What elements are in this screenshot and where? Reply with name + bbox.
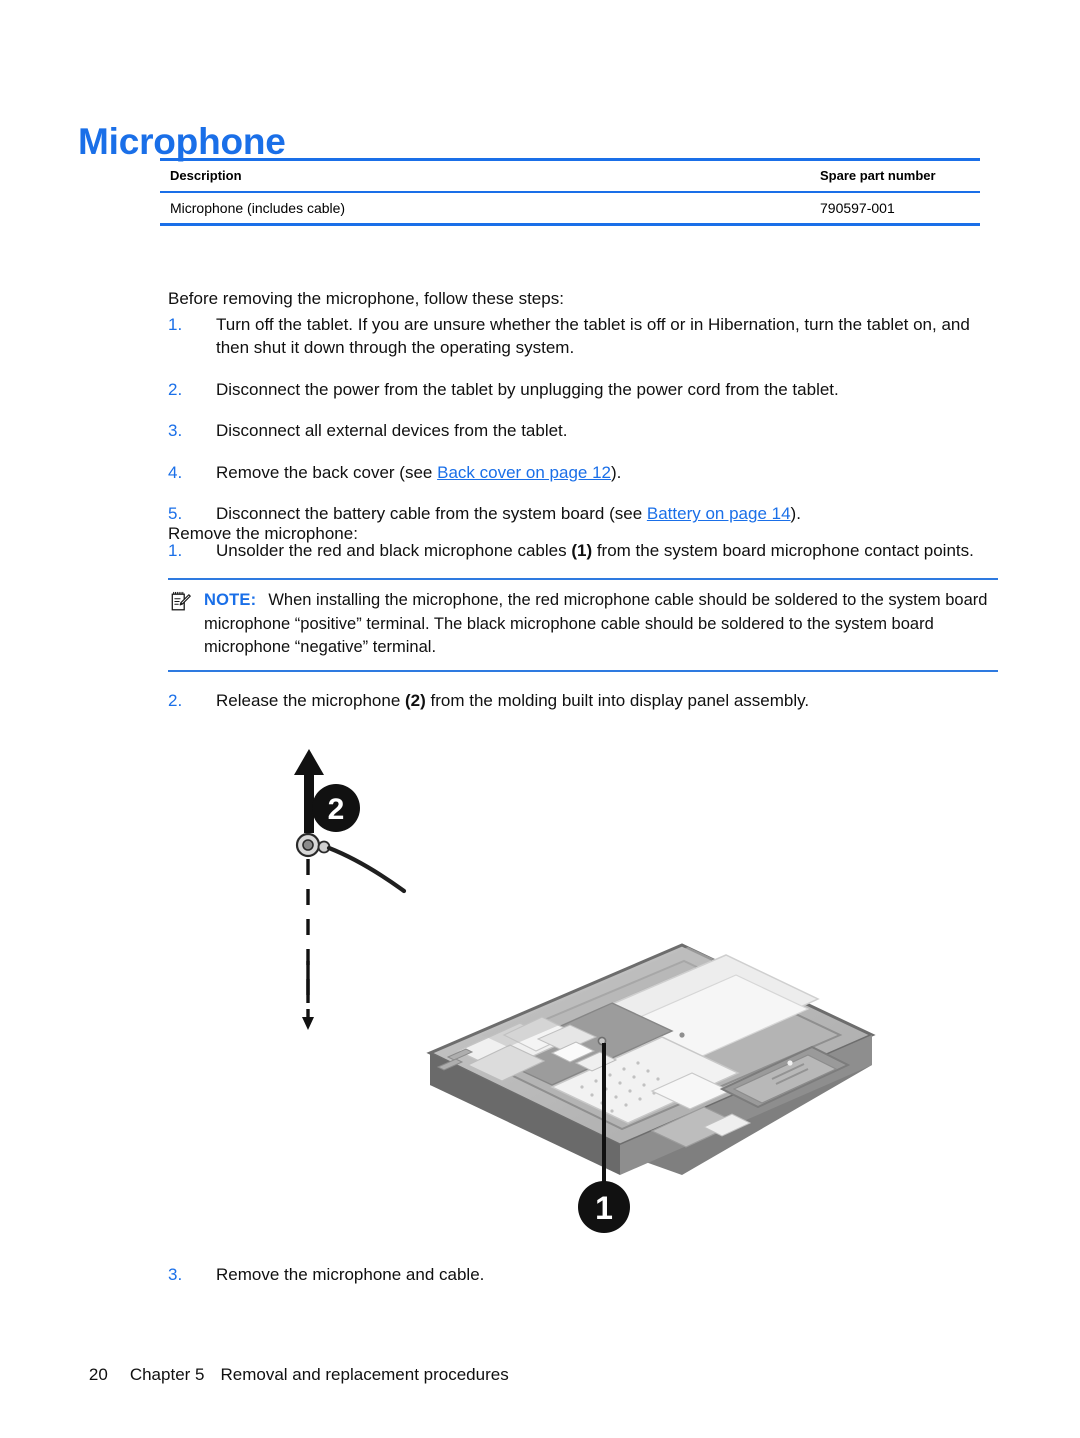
- callout-badge-1: 1: [578, 1181, 630, 1233]
- footer-chapter-title: Removal and replacement procedures: [220, 1365, 509, 1384]
- step-item-1: 1. Turn off the tablet. If you are unsur…: [168, 313, 998, 360]
- step-text-after: from the molding built into display pane…: [425, 690, 810, 710]
- step-text: Disconnect the power from the tablet by …: [216, 379, 839, 399]
- svg-text:2: 2: [328, 793, 345, 826]
- remove-step-item-1: 1. Unsolder the red and black microphone…: [168, 539, 998, 562]
- svg-text:1: 1: [595, 1190, 613, 1226]
- column-header-spare-part-number: Spare part number: [810, 158, 980, 193]
- remove-steps-wrap: 1. Unsolder the red and black microphone…: [168, 539, 998, 712]
- step-text: Turn off the tablet. If you are unsure w…: [216, 315, 970, 358]
- step-number: 2.: [168, 690, 183, 710]
- page-title: Microphone: [78, 120, 286, 162]
- cell-spare-part-number: 790597-001: [810, 191, 980, 226]
- before-removal-steps: 1. Turn off the tablet. If you are unsur…: [168, 313, 998, 526]
- note-label: NOTE:: [204, 591, 257, 610]
- step-text-before: Unsolder the red and black microphone ca…: [216, 541, 572, 560]
- callout-ref-2: (2): [405, 690, 426, 710]
- footer-page-number: 20: [88, 1365, 108, 1384]
- display-panel-assembly: [426, 943, 876, 1175]
- column-header-description: Description: [160, 158, 810, 193]
- table-header-row: Description Spare part number: [160, 158, 980, 193]
- step-text-after: ).: [611, 462, 622, 482]
- remove-microphone-steps-cont: 2. Release the microphone (2) from the m…: [168, 689, 998, 712]
- cell-description: Microphone (includes cable): [160, 191, 810, 226]
- footer-chapter: Chapter 5: [129, 1365, 205, 1384]
- step-number: 3.: [168, 421, 183, 441]
- remove-step-item-2: 2. Release the microphone (2) from the m…: [168, 689, 998, 712]
- before-removal-lead: Before removing the microphone, follow t…: [168, 289, 564, 308]
- table-body: Microphone (includes cable) 790597-001: [160, 191, 980, 226]
- step-item-2: 2. Disconnect the power from the tablet …: [168, 378, 998, 401]
- document-page: Microphone Description Spare part number…: [0, 0, 1080, 1438]
- callout-ref-1: (1): [571, 541, 593, 560]
- remove-step-3-wrap: 3. Remove the microphone and cable.: [168, 1263, 998, 1286]
- step-text: Remove the microphone and cable.: [216, 1265, 485, 1284]
- table-row: Microphone (includes cable) 790597-001: [160, 191, 980, 226]
- note-pencil-icon: [170, 591, 192, 613]
- note-callout: NOTE: When installing the microphone, the…: [168, 578, 998, 672]
- step-item-4: 4. Remove the back cover (see Back cover…: [168, 461, 998, 484]
- microphone-drop-line: [302, 859, 314, 1035]
- step-text: Disconnect all external devices from the…: [216, 421, 568, 441]
- cross-reference-link-back-cover[interactable]: Back cover on page 12: [437, 463, 611, 482]
- table-head: Description Spare part number: [160, 158, 980, 193]
- step-text-before: Release the microphone: [216, 690, 406, 710]
- step-number: 4.: [168, 462, 183, 482]
- step-number: 1.: [168, 541, 183, 560]
- page-footer: 20 Chapter 5 Removal and replacement proce…: [70, 1345, 509, 1405]
- step-text-after: from the system board microphone contact…: [592, 541, 974, 560]
- spare-parts-table: Description Spare part number Microphone…: [160, 158, 980, 226]
- step-number: 2.: [168, 379, 183, 399]
- step-item-3: 3. Disconnect all external devices from …: [168, 419, 998, 442]
- step-number: 1.: [168, 315, 183, 334]
- remove-microphone-steps-final: 3. Remove the microphone and cable.: [168, 1263, 998, 1286]
- remove-microphone-steps: 1. Unsolder the red and black microphone…: [168, 539, 998, 562]
- before-removal-steps-wrap: 1. Turn off the tablet. If you are unsur…: [168, 313, 998, 526]
- remove-step-item-3: 3. Remove the microphone and cable.: [168, 1263, 998, 1286]
- step-text-before: Remove the back cover (see: [216, 462, 438, 482]
- step-number: 3.: [168, 1265, 183, 1284]
- microphone-module: [295, 832, 407, 894]
- microphone-removal-illustration: 2 1: [252, 735, 892, 1255]
- note-text: When installing the microphone, the red …: [204, 591, 988, 657]
- callout-badge-2: 2: [312, 784, 360, 832]
